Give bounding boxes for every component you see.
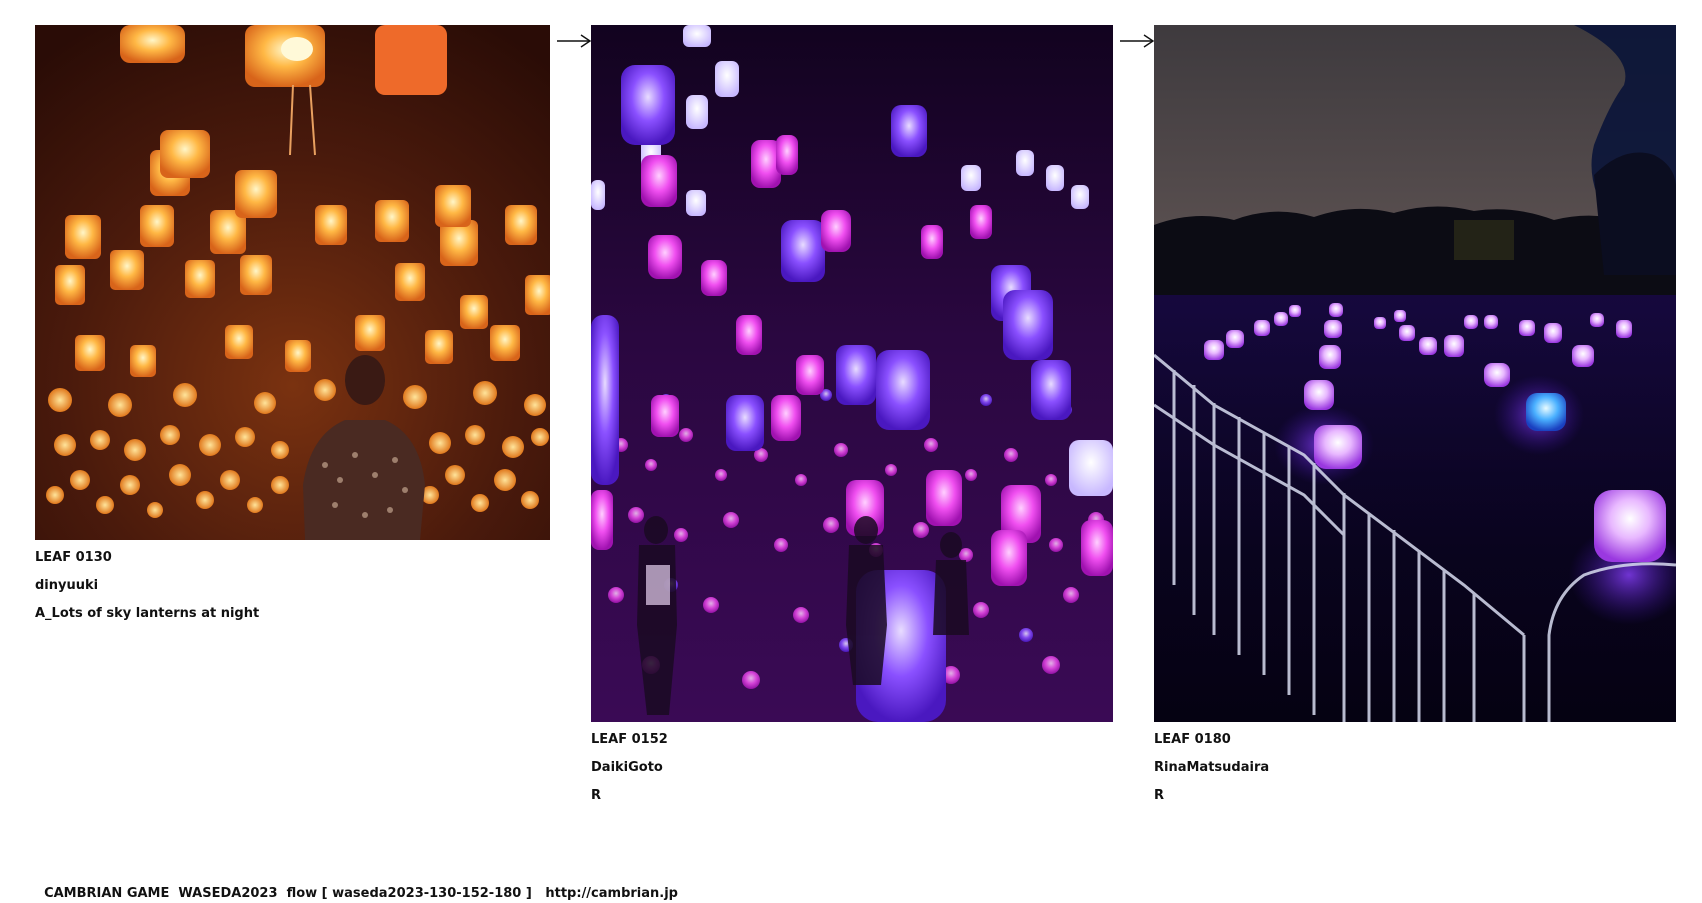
leaf-image-0130[interactable]: [35, 25, 550, 540]
leaf-caption-0180: LEAF 0180 RinaMatsudaira R: [1154, 726, 1674, 810]
leaf-title: R: [591, 788, 602, 803]
leaf-label[interactable]: LEAF 0130: [35, 544, 555, 572]
sky-lanterns-photo: [35, 25, 550, 540]
leaf-title: A_Lots of sky lanterns at night: [35, 606, 260, 621]
leaf-caption-0130: LEAF 0130 dinyuuki A_Lots of sky lantern…: [35, 544, 555, 628]
lantern-installation-photo: [591, 25, 1113, 722]
footer-credit: CAMBRIAN GAME WASEDA2023 flow [ waseda20…: [44, 886, 546, 901]
right-arrow-icon: [557, 34, 592, 48]
right-arrow-icon: [1120, 34, 1155, 48]
leaf-author[interactable]: RinaMatsudaira: [1154, 754, 1674, 782]
leaf-image-0180[interactable]: [1154, 25, 1676, 722]
lake-lanterns-photo: [1154, 25, 1676, 722]
leaf-caption-0152: LEAF 0152 DaikiGoto R: [591, 726, 1111, 810]
leaf-author[interactable]: DaikiGoto: [591, 754, 1111, 782]
leaf-author[interactable]: dinyuuki: [35, 572, 555, 600]
footer: CAMBRIAN GAME WASEDA2023 flow [ waseda20…: [35, 867, 678, 903]
leaf-title: R: [1154, 788, 1165, 803]
leaf-label[interactable]: LEAF 0180: [1154, 726, 1674, 754]
footer-link[interactable]: http://cambrian.jp: [545, 886, 678, 901]
leaf-label[interactable]: LEAF 0152: [591, 726, 1111, 754]
leaf-image-0152[interactable]: [591, 25, 1113, 722]
